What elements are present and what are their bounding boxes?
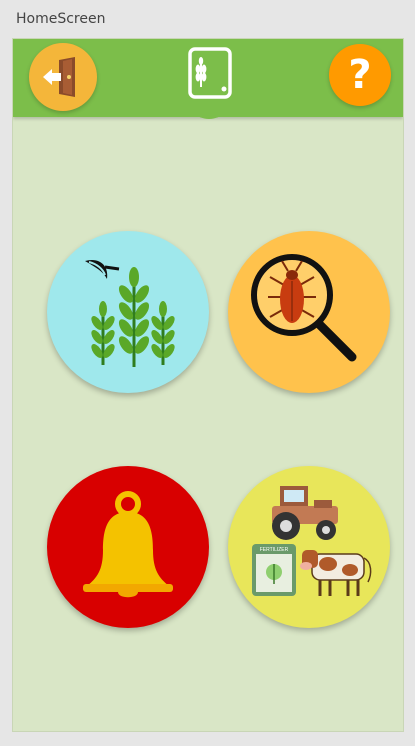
alerts-tile[interactable] bbox=[47, 466, 209, 628]
pest-magnifier-icon bbox=[251, 254, 357, 362]
window-title: HomeScreen bbox=[16, 11, 106, 27]
window-titlebar: HomeScreen bbox=[0, 0, 415, 38]
pest-tile[interactable] bbox=[228, 231, 390, 393]
door-exit-icon bbox=[43, 57, 75, 97]
help-button[interactable]: ? bbox=[329, 44, 391, 106]
farm-supplies-tile[interactable]: FERTILIZER bbox=[228, 466, 390, 628]
tablet-wheat-icon bbox=[188, 47, 232, 99]
alert-bell-icon bbox=[83, 491, 173, 598]
app-screen: ? FERTILIZER bbox=[12, 38, 404, 732]
farm-supplies-icon: FERTILIZER bbox=[252, 486, 372, 596]
fertilizer-label: FERTILIZER bbox=[260, 547, 289, 553]
exit-button[interactable] bbox=[29, 43, 97, 111]
crops-tile[interactable] bbox=[47, 231, 209, 393]
help-label: ? bbox=[348, 52, 372, 98]
crop-sickle-icon bbox=[85, 259, 175, 367]
